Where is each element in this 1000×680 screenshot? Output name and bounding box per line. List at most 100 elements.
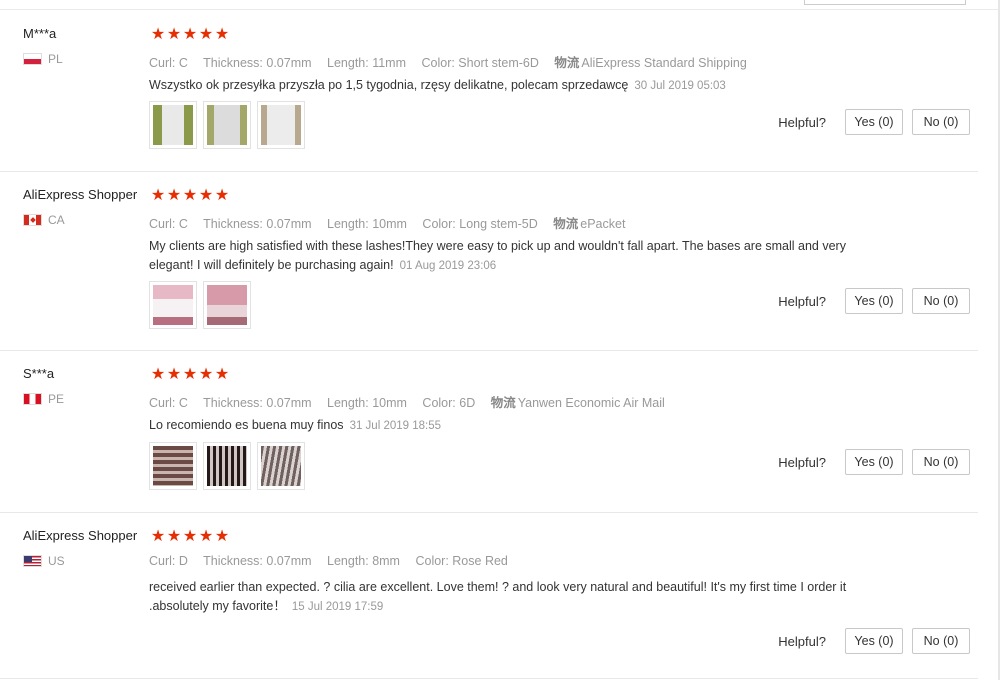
star-icon: ★ xyxy=(166,528,182,545)
helpful-vote: Helpful? Yes (0) No (0) xyxy=(778,288,970,314)
logistics-icon: 物流 xyxy=(554,56,580,70)
star-icon: ★ xyxy=(166,366,182,383)
curl-attr: Curl: C xyxy=(149,217,188,231)
country-code: PL xyxy=(48,52,63,66)
star-icon: ★ xyxy=(214,187,230,204)
shipping-method: AliExpress Standard Shipping xyxy=(581,56,747,70)
review-photo-thumbnail[interactable] xyxy=(149,281,197,329)
star-rating: ★ ★ ★ ★ ★ xyxy=(150,364,230,384)
review-photos xyxy=(149,101,305,149)
review-date: 31 Jul 2019 18:55 xyxy=(349,420,442,432)
review-item: AliExpress Shopper CA ★ ★ ★ ★ ★ Curl: C Thic… xyxy=(0,187,978,351)
product-attributes: Curl: C Thickness: 0.07mm Length: 10mm C… xyxy=(149,213,637,232)
reviewer-country: US xyxy=(23,554,65,568)
comment-body: My clients are high satisfied with these… xyxy=(149,239,846,272)
helpful-no-button[interactable]: No (0) xyxy=(912,628,970,654)
product-attributes: Curl: C Thickness: 0.07mm Length: 11mm C… xyxy=(149,52,759,71)
logistics-icon: 物流 xyxy=(490,396,516,410)
length-attr: Length: 11mm xyxy=(327,56,406,70)
top-control-fragment xyxy=(804,0,966,5)
curl-attr: Curl: D xyxy=(149,554,188,568)
color-attr: Color: Rose Red xyxy=(415,554,508,568)
helpful-vote: Helpful? Yes (0) No (0) xyxy=(778,109,970,135)
comment-body: received earlier than expected. ? cilia … xyxy=(149,580,847,613)
star-icon: ★ xyxy=(198,26,214,43)
star-icon: ★ xyxy=(214,26,230,43)
helpful-no-button[interactable]: No (0) xyxy=(912,109,970,135)
helpful-label: Helpful? xyxy=(778,293,826,309)
star-icon: ★ xyxy=(150,26,166,43)
helpful-yes-button[interactable]: Yes (0) xyxy=(845,449,903,475)
thickness-attr: Thickness: 0.07mm xyxy=(203,56,312,70)
helpful-label: Helpful? xyxy=(778,633,826,649)
review-photo-thumbnail[interactable] xyxy=(149,442,197,490)
helpful-label: Helpful? xyxy=(778,114,826,130)
star-icon: ★ xyxy=(182,366,198,383)
review-photos xyxy=(149,442,305,490)
star-icon: ★ xyxy=(182,528,198,545)
reviewer-country: CA xyxy=(23,213,65,227)
helpful-yes-button[interactable]: Yes (0) xyxy=(845,288,903,314)
reviews-panel: M***a PL ★ ★ ★ ★ ★ Curl: C Thickness: 0.07mm… xyxy=(0,0,1000,680)
curl-attr: Curl: C xyxy=(149,56,188,70)
canada-flag-icon xyxy=(23,214,42,226)
star-rating: ★ ★ ★ ★ ★ xyxy=(150,24,230,44)
review-photo-thumbnail[interactable] xyxy=(257,442,305,490)
country-code: PE xyxy=(48,392,65,406)
review-photo-thumbnail[interactable] xyxy=(257,101,305,149)
star-icon: ★ xyxy=(150,366,166,383)
review-item: S***a PE ★ ★ ★ ★ ★ Curl: C Thickness: 0.07mm… xyxy=(0,366,978,513)
review-date: 15 Jul 2019 17:59 xyxy=(291,601,384,613)
star-icon: ★ xyxy=(214,366,230,383)
length-attr: Length: 8mm xyxy=(327,554,400,568)
reviewer-name: AliExpress Shopper xyxy=(23,528,138,543)
reviewer-name: S***a xyxy=(23,366,55,381)
helpful-yes-button[interactable]: Yes (0) xyxy=(845,109,903,135)
curl-attr: Curl: C xyxy=(149,396,188,410)
star-icon: ★ xyxy=(182,26,198,43)
product-attributes: Curl: C Thickness: 0.07mm Length: 10mm C… xyxy=(149,392,677,411)
shipping-method: ePacket xyxy=(580,217,626,231)
review-item: AliExpress Shopper US ★ ★ ★ ★ ★ Curl: D Thic… xyxy=(0,528,978,679)
star-icon: ★ xyxy=(214,528,230,545)
review-photo-thumbnail[interactable] xyxy=(203,101,251,149)
review-text: Lo recomiendo es buena muy finos 31 Jul 2… xyxy=(149,416,869,436)
poland-flag-icon xyxy=(23,53,42,65)
star-icon: ★ xyxy=(182,187,198,204)
reviewer-name: M***a xyxy=(23,26,57,41)
review-photo-thumbnail[interactable] xyxy=(203,281,251,329)
comment-body: Wszystko ok przesyłka przyszła po 1,5 ty… xyxy=(149,78,629,92)
reviewer-name: AliExpress Shopper xyxy=(23,187,138,202)
length-attr: Length: 10mm xyxy=(327,217,407,231)
logistics-icon: 物流 xyxy=(553,217,579,231)
review-text: received earlier than expected. ? cilia … xyxy=(149,578,869,617)
star-icon: ★ xyxy=(166,26,182,43)
review-photo-thumbnail[interactable] xyxy=(149,101,197,149)
star-icon: ★ xyxy=(166,187,182,204)
color-attr: Color: Short stem-6D xyxy=(421,56,539,70)
helpful-yes-button[interactable]: Yes (0) xyxy=(845,628,903,654)
length-attr: Length: 10mm xyxy=(327,396,407,410)
helpful-no-button[interactable]: No (0) xyxy=(912,449,970,475)
star-rating: ★ ★ ★ ★ ★ xyxy=(150,185,230,205)
review-photos xyxy=(149,281,251,329)
country-code: CA xyxy=(48,213,65,227)
comment-body: Lo recomiendo es buena muy finos xyxy=(149,418,344,432)
reviewer-country: PE xyxy=(23,392,64,406)
shipping-method: Yanwen Economic Air Mail xyxy=(517,396,665,410)
review-date: 01 Aug 2019 23:06 xyxy=(399,260,497,272)
thickness-attr: Thickness: 0.07mm xyxy=(203,554,312,568)
review-photo-thumbnail[interactable] xyxy=(203,442,251,490)
star-icon: ★ xyxy=(198,528,214,545)
top-divider xyxy=(0,9,998,10)
star-icon: ★ xyxy=(198,187,214,204)
thickness-attr: Thickness: 0.07mm xyxy=(203,396,312,410)
thickness-attr: Thickness: 0.07mm xyxy=(203,217,312,231)
review-text: My clients are high satisfied with these… xyxy=(149,237,869,276)
product-attributes: Curl: D Thickness: 0.07mm Length: 8mm Co… xyxy=(149,554,520,568)
color-attr: Color: 6D xyxy=(422,396,476,410)
review-item: M***a PL ★ ★ ★ ★ ★ Curl: C Thickness: 0.07mm… xyxy=(0,26,978,172)
helpful-vote: Helpful? Yes (0) No (0) xyxy=(778,628,970,654)
star-icon: ★ xyxy=(150,528,166,545)
helpful-no-button[interactable]: No (0) xyxy=(912,288,970,314)
